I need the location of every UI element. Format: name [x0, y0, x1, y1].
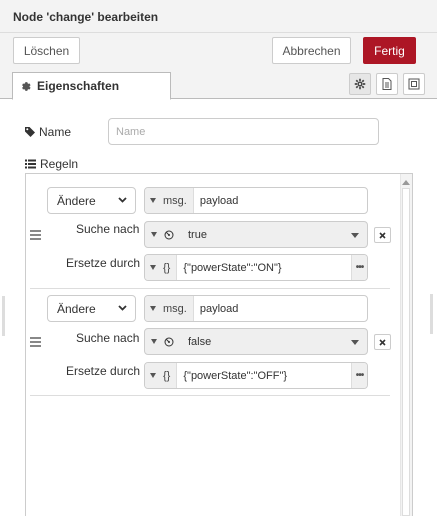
caret-down-icon	[150, 198, 156, 203]
replace-type-button[interactable]: {}	[145, 363, 178, 388]
dialog-titlebar: Node 'change' bearbeiten	[0, 0, 437, 33]
more-icon[interactable]: •••	[351, 255, 367, 280]
done-button[interactable]: Fertig	[363, 37, 416, 64]
caret-down-icon	[150, 306, 156, 311]
replace-label: Ersetze durch	[66, 364, 141, 378]
target-value: payload	[199, 302, 239, 315]
rules-label-text: Regeln	[40, 157, 79, 171]
drag-handle-icon[interactable]	[30, 230, 41, 242]
appearance-icon	[408, 78, 420, 90]
replace-type-button[interactable]: {}	[145, 255, 178, 280]
caret-down-icon	[151, 339, 157, 344]
chevron-down-icon	[118, 197, 127, 203]
name-label-text: Name	[39, 125, 72, 139]
rule-target-input[interactable]: msg. payload	[144, 187, 368, 214]
remove-rule-button[interactable]	[374, 334, 391, 350]
more-icon[interactable]: •••	[351, 363, 367, 388]
tab-appearance[interactable]	[403, 73, 425, 95]
scrollbar-thumb[interactable]	[402, 188, 410, 516]
tab-description[interactable]	[376, 73, 398, 95]
tab-properties[interactable]: Eigenschaften	[12, 72, 171, 100]
replace-type-label: {}	[163, 261, 171, 274]
tag-icon	[25, 127, 35, 137]
document-icon	[382, 78, 392, 90]
resize-grip-right[interactable]	[430, 294, 433, 334]
rules-label: Regeln	[25, 157, 78, 171]
delete-button[interactable]: Löschen	[13, 37, 80, 64]
replace-label: Ersetze durch	[66, 256, 141, 270]
target-type-label: msg.	[163, 302, 187, 315]
rule-divider	[30, 395, 390, 396]
gear-icon	[22, 81, 31, 91]
target-type-button[interactable]: msg.	[145, 296, 194, 321]
tab-bar: Eigenschaften	[0, 69, 437, 100]
caret-down-icon	[150, 373, 156, 378]
drag-handle-icon[interactable]	[30, 337, 41, 349]
boolean-icon	[164, 230, 174, 239]
close-icon	[379, 231, 386, 239]
replace-type-label: {}	[163, 369, 171, 382]
search-label: Suche nach	[76, 331, 140, 345]
target-type-button[interactable]: msg.	[145, 188, 194, 213]
replace-value-input[interactable]: {} {"powerState":"OFF"} •••	[144, 362, 368, 389]
caret-down-icon	[150, 265, 156, 270]
rule-divider	[30, 288, 390, 289]
search-value-select[interactable]: false	[144, 328, 368, 355]
name-label: Name	[25, 125, 71, 139]
dialog-toolbar: Löschen Abbrechen Fertig	[0, 33, 437, 69]
tab-properties-label: Eigenschaften	[37, 79, 120, 93]
search-value: false	[188, 335, 212, 348]
search-value: true	[188, 228, 207, 241]
chevron-down-icon	[118, 305, 127, 311]
replace-value: {"powerState":"OFF"}	[183, 369, 288, 382]
scrollbar[interactable]	[400, 174, 412, 516]
chevron-down-icon	[351, 233, 359, 238]
gear-icon	[354, 78, 366, 90]
rule-action-select[interactable]: Ändere	[47, 187, 136, 214]
list-icon	[25, 159, 36, 169]
name-input[interactable]	[108, 118, 379, 145]
search-label: Suche nach	[76, 222, 140, 236]
replace-value: {"powerState":"ON"}	[183, 261, 282, 274]
rule-action-value: Ändere	[57, 193, 96, 208]
scroll-up-icon[interactable]	[402, 180, 410, 185]
caret-down-icon	[151, 232, 157, 237]
target-value: payload	[199, 194, 239, 207]
target-type-label: msg.	[163, 194, 187, 207]
rule-target-input[interactable]: msg. payload	[144, 295, 368, 322]
search-value-select[interactable]: true	[144, 221, 368, 248]
boolean-icon	[164, 337, 174, 346]
rules-list[interactable]: Ändere msg. payload Suche nach true Erse…	[25, 173, 413, 516]
replace-value-input[interactable]: {} {"powerState":"ON"} •••	[144, 254, 368, 281]
cancel-button[interactable]: Abbrechen	[272, 37, 351, 64]
rule-action-value: Ändere	[57, 301, 96, 316]
dialog-title: Node 'change' bearbeiten	[13, 10, 159, 24]
resize-grip-left[interactable]	[2, 296, 5, 336]
remove-rule-button[interactable]	[374, 227, 391, 243]
chevron-down-icon	[351, 340, 359, 345]
tab-settings[interactable]	[349, 73, 371, 95]
rule-action-select[interactable]: Ändere	[47, 295, 136, 322]
close-icon	[379, 338, 386, 346]
